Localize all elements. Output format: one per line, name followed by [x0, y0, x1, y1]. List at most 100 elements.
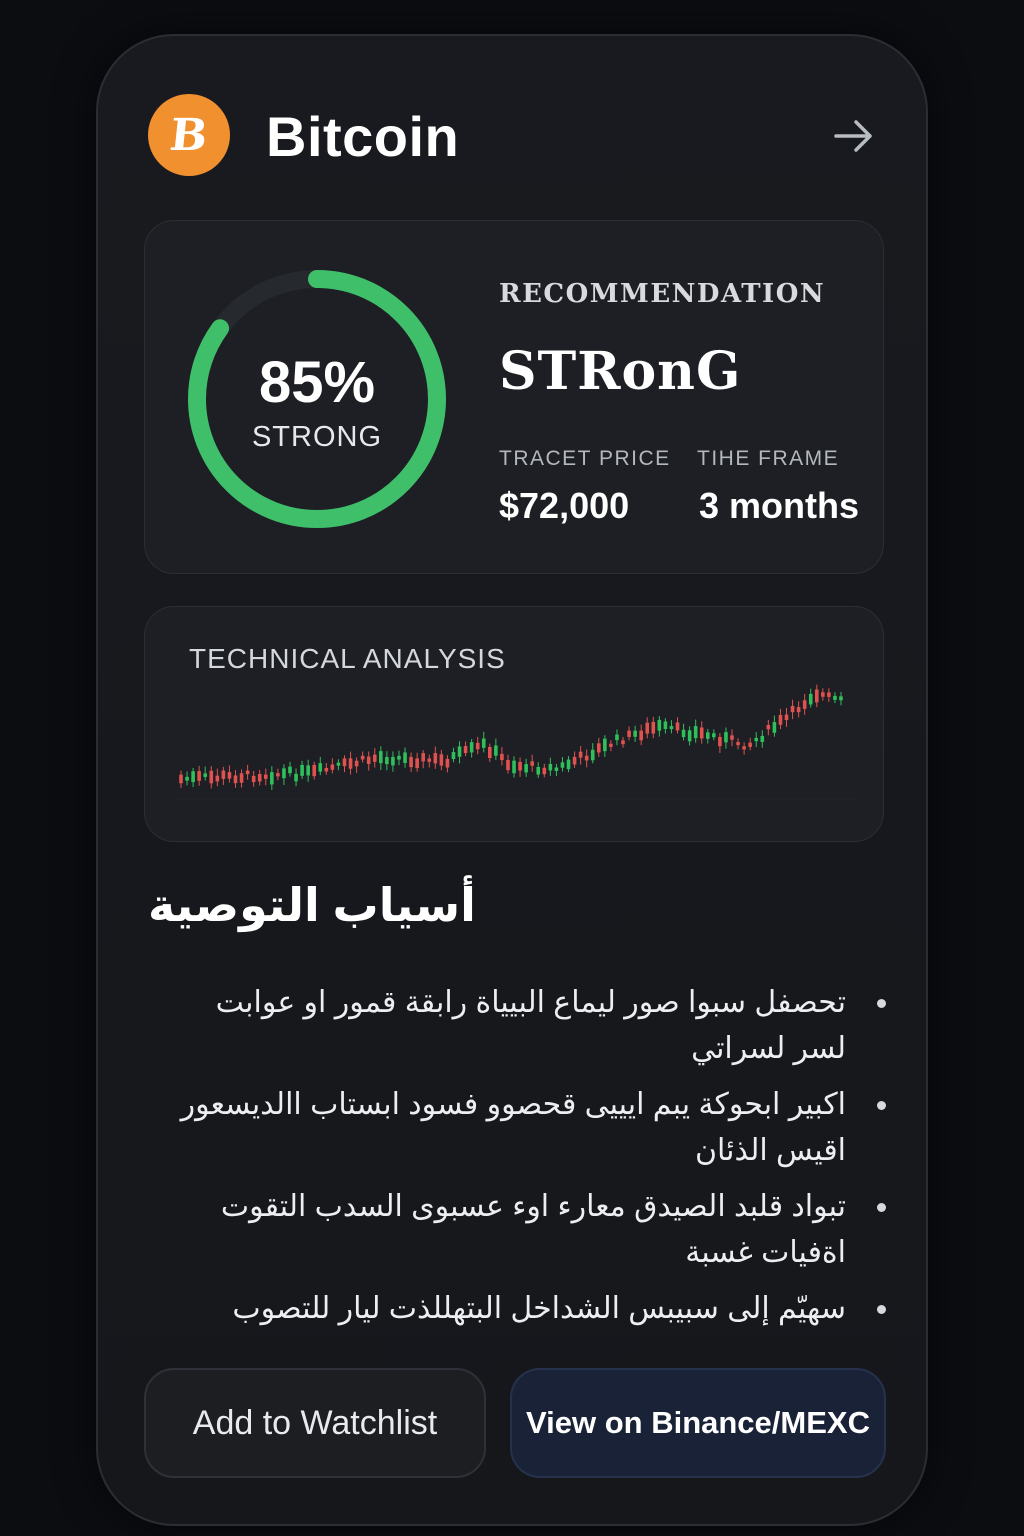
candle-body	[536, 767, 541, 775]
candle-body	[494, 745, 498, 756]
candle-body	[657, 719, 662, 731]
candle-body	[796, 707, 801, 713]
candle-body	[814, 689, 819, 703]
candle-body	[584, 755, 589, 761]
candle-body	[530, 761, 534, 766]
candle-body	[463, 745, 468, 754]
coin-logo-glyph: B	[167, 109, 211, 161]
candle-body	[609, 743, 613, 747]
candle-body	[778, 715, 783, 725]
coin-header: B Bitcoin	[148, 94, 878, 178]
candle-body	[627, 730, 631, 737]
score-percent: 85%	[258, 350, 376, 415]
candle-body	[245, 770, 250, 775]
candle-body	[354, 760, 359, 767]
candle-body	[790, 705, 795, 713]
candle-body	[766, 725, 771, 730]
candle-body	[748, 742, 752, 747]
candle-body	[385, 756, 389, 765]
candle-body	[590, 749, 595, 761]
candle-body	[185, 776, 189, 781]
candle-body	[257, 773, 262, 782]
candle-body	[512, 760, 516, 774]
candle-body	[475, 742, 480, 750]
candle-body	[469, 742, 474, 753]
recommendation-heading: RECOMMENDATION	[499, 279, 826, 309]
candle-body	[215, 775, 220, 782]
candle-body	[554, 767, 559, 772]
candle-body	[548, 763, 553, 771]
candle-body	[572, 756, 577, 765]
candle-body	[263, 774, 268, 779]
bullet-icon	[877, 1203, 886, 1212]
coin-name: Bitcoin	[266, 105, 460, 168]
candle-body	[760, 735, 765, 742]
score-ring: 85% STRONG	[185, 267, 449, 531]
candle-body	[772, 722, 777, 733]
candle-body	[239, 773, 244, 783]
add-to-watchlist-button[interactable]: Add to Watchlist	[144, 1368, 486, 1478]
candle-body	[808, 693, 813, 705]
candle-body	[391, 756, 395, 766]
candle-body	[197, 771, 201, 781]
candle-body	[651, 721, 656, 734]
candle-body	[457, 746, 462, 757]
candle-body	[481, 738, 486, 748]
bullet-icon	[877, 1101, 886, 1110]
recommendation-card: 85% STRONG RECOMMENDATION STRonG TRACET …	[144, 220, 884, 574]
candle-body	[730, 735, 734, 740]
candle-body	[415, 758, 419, 769]
candle-body	[318, 763, 323, 772]
candle-body	[179, 774, 183, 784]
candle-body	[191, 771, 195, 783]
candle-body	[306, 765, 310, 776]
candle-body	[663, 721, 668, 729]
view-on-exchange-button[interactable]: View on Binance/MEXC	[510, 1368, 886, 1478]
reason-text: سهيّم إلى سبيبس الشداخل البتهللذت ليار ل…	[232, 1292, 846, 1325]
candle-body	[566, 759, 571, 770]
candle-body	[603, 738, 607, 752]
candlestick-chart	[175, 684, 855, 800]
candle-body	[615, 734, 619, 741]
candle-body	[754, 737, 759, 742]
candle-body	[276, 773, 280, 777]
candle-body	[645, 722, 650, 734]
candle-body	[324, 767, 329, 772]
candle-body	[488, 746, 492, 759]
candle-body	[203, 773, 208, 777]
candle-body	[233, 775, 238, 784]
candle-body	[833, 695, 837, 700]
candle-body	[451, 752, 456, 760]
candle-body	[409, 756, 413, 768]
arrow-right-icon[interactable]	[830, 112, 878, 160]
candle-body	[524, 764, 528, 773]
candle-body	[518, 761, 522, 771]
target-price-label: TRACET PRICE	[499, 447, 671, 470]
reasons-list: تحصفل سبوا صور ليماع البيياة رابقة قمور …	[156, 980, 886, 1342]
candle-body	[330, 764, 335, 770]
reason-text: تبواد قلبد الصيدق معارء اوء عسبوى السدب …	[220, 1190, 846, 1269]
time-frame-value: 3 months	[699, 485, 860, 526]
bitcoin-logo-icon: B	[148, 94, 230, 176]
candle-body	[445, 758, 450, 768]
candle-body	[669, 726, 674, 730]
candle-body	[270, 772, 274, 785]
candle-body	[705, 732, 710, 739]
time-frame-label: TΙΗΕ FRAME	[697, 447, 840, 470]
candle-body	[500, 753, 504, 761]
candle-body	[639, 730, 643, 741]
reason-text: تحصفل سبوا صور ليماع البيياة رابقة قمور …	[215, 986, 846, 1065]
reason-item: اكبير ابحوكة يبم ايييى قحصوو فسود ابستاب…	[156, 1082, 886, 1174]
candle-body	[693, 726, 698, 739]
candle-body	[736, 742, 740, 746]
bullet-icon	[877, 999, 886, 1008]
target-price-value: $72,000	[499, 485, 630, 526]
candle-body	[506, 759, 510, 771]
candle-body	[681, 729, 686, 738]
candle-body	[712, 733, 716, 738]
candle-body	[288, 766, 292, 774]
technical-analysis-card: TECHNICAL ANALYSIS	[144, 606, 884, 842]
candle-body	[336, 762, 341, 766]
candle-body	[596, 743, 601, 753]
reason-item: تبواد قلبد الصيدق معارء اوء عسبوى السدب …	[156, 1184, 886, 1276]
